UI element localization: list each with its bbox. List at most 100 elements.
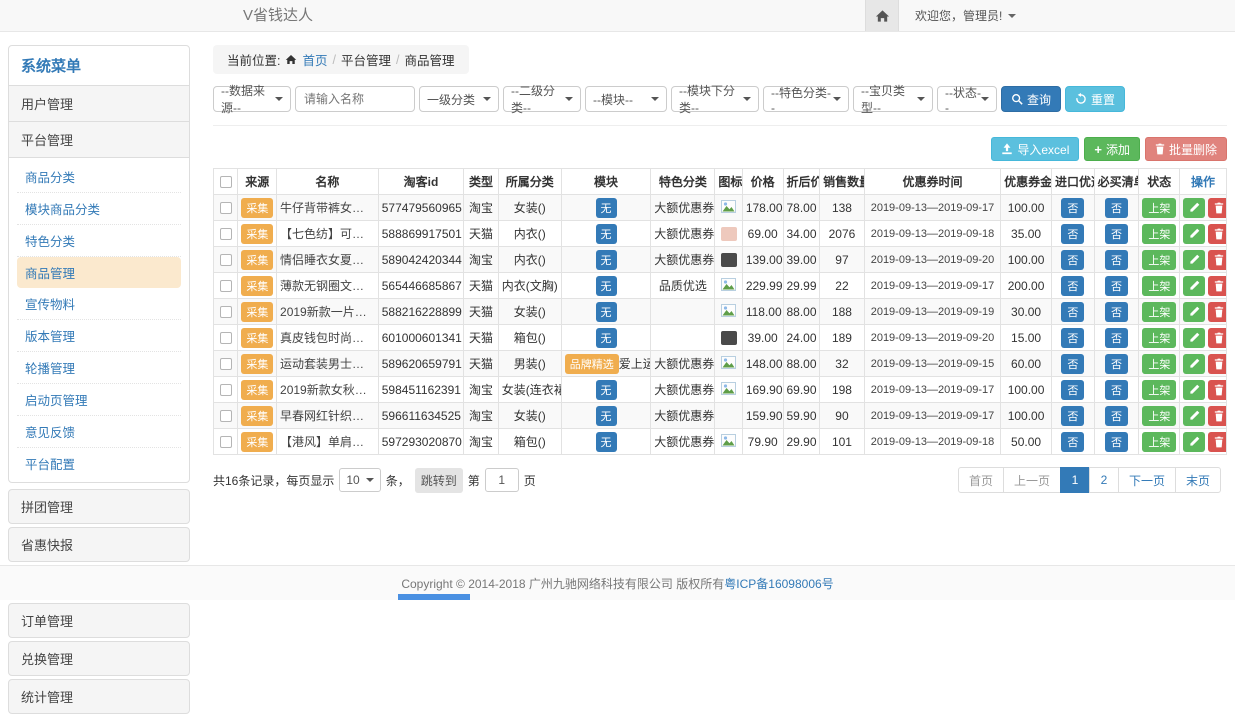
page-number-input[interactable] bbox=[485, 468, 519, 492]
name-search-input[interactable] bbox=[295, 86, 415, 112]
status-toggle[interactable]: 上架 bbox=[1142, 380, 1176, 400]
row-checkbox[interactable] bbox=[220, 384, 232, 396]
sidebar-section-统计管理[interactable]: 统计管理 bbox=[8, 679, 190, 714]
page-button-下一页[interactable]: 下一页 bbox=[1118, 467, 1176, 493]
import-select-toggle[interactable]: 否 bbox=[1061, 198, 1084, 218]
delete-button[interactable] bbox=[1208, 250, 1226, 270]
page-button-首页[interactable]: 首页 bbox=[958, 467, 1004, 493]
must-buy-toggle[interactable]: 否 bbox=[1105, 276, 1128, 296]
icp-link[interactable]: 粤ICP备16098006号 bbox=[724, 575, 833, 592]
import-select-toggle[interactable]: 否 bbox=[1061, 224, 1084, 244]
filter-select-feature-category[interactable]: --特色分类-- bbox=[763, 86, 849, 112]
must-buy-toggle[interactable]: 否 bbox=[1105, 250, 1128, 270]
row-checkbox[interactable] bbox=[220, 202, 232, 214]
delete-button[interactable] bbox=[1208, 302, 1226, 322]
filter-select-second-category[interactable]: --二级分类-- bbox=[503, 86, 581, 112]
status-toggle[interactable]: 上架 bbox=[1142, 328, 1176, 348]
edit-button[interactable] bbox=[1183, 380, 1205, 400]
must-buy-toggle[interactable]: 否 bbox=[1105, 302, 1128, 322]
must-buy-toggle[interactable]: 否 bbox=[1105, 328, 1128, 348]
sidebar-item-轮播管理[interactable]: 轮播管理 bbox=[17, 352, 181, 384]
must-buy-toggle[interactable]: 否 bbox=[1105, 432, 1128, 452]
status-toggle[interactable]: 上架 bbox=[1142, 198, 1176, 218]
delete-button[interactable] bbox=[1208, 224, 1226, 244]
filter-select-item-type[interactable]: --宝贝类型-- bbox=[853, 86, 933, 112]
edit-button[interactable] bbox=[1183, 302, 1205, 322]
status-toggle[interactable]: 上架 bbox=[1142, 224, 1176, 244]
row-checkbox[interactable] bbox=[220, 358, 232, 370]
sidebar-item-特色分类[interactable]: 特色分类 bbox=[17, 225, 181, 257]
status-toggle[interactable]: 上架 bbox=[1142, 250, 1176, 270]
filter-select-first-category[interactable]: 一级分类 bbox=[419, 86, 499, 112]
edit-button[interactable] bbox=[1183, 198, 1205, 218]
delete-button[interactable] bbox=[1208, 276, 1226, 296]
filter-select-status[interactable]: --状态-- bbox=[937, 86, 997, 112]
import-select-toggle[interactable]: 否 bbox=[1061, 406, 1084, 426]
sidebar-item-平台配置[interactable]: 平台配置 bbox=[17, 448, 181, 479]
sidebar-item-模块商品分类[interactable]: 模块商品分类 bbox=[17, 193, 181, 225]
sidebar-item-商品分类[interactable]: 商品分类 bbox=[17, 161, 181, 193]
status-toggle[interactable]: 上架 bbox=[1142, 432, 1176, 452]
row-checkbox[interactable] bbox=[220, 332, 232, 344]
page-button-2[interactable]: 2 bbox=[1089, 467, 1119, 493]
jump-button[interactable]: 跳转到 bbox=[415, 468, 463, 493]
add-button[interactable]: + 添加 bbox=[1084, 137, 1140, 161]
sidebar-section-用户管理[interactable]: 用户管理 bbox=[9, 85, 189, 121]
breadcrumb-home-link[interactable]: 首页 bbox=[302, 50, 327, 69]
must-buy-toggle[interactable]: 否 bbox=[1105, 380, 1128, 400]
status-toggle[interactable]: 上架 bbox=[1142, 302, 1176, 322]
import-select-toggle[interactable]: 否 bbox=[1061, 276, 1084, 296]
filter-select-module[interactable]: --模块-- bbox=[585, 86, 667, 112]
status-toggle[interactable]: 上架 bbox=[1142, 354, 1176, 374]
filter-select-module-subcategory[interactable]: --模块下分类-- bbox=[671, 86, 759, 112]
per-page-select[interactable]: 10 bbox=[339, 468, 380, 492]
status-toggle[interactable]: 上架 bbox=[1142, 276, 1176, 296]
page-button-1[interactable]: 1 bbox=[1060, 467, 1090, 493]
select-all-checkbox[interactable] bbox=[220, 176, 232, 188]
must-buy-toggle[interactable]: 否 bbox=[1105, 224, 1128, 244]
import-excel-button[interactable]: 导入excel bbox=[991, 137, 1079, 161]
import-select-toggle[interactable]: 否 bbox=[1061, 380, 1084, 400]
filter-select-data-source[interactable]: --数据来源-- bbox=[213, 86, 291, 112]
import-select-toggle[interactable]: 否 bbox=[1061, 250, 1084, 270]
sidebar-item-宣传物料[interactable]: 宣传物料 bbox=[17, 288, 181, 320]
edit-button[interactable] bbox=[1183, 276, 1205, 296]
row-checkbox[interactable] bbox=[220, 436, 232, 448]
delete-button[interactable] bbox=[1208, 380, 1226, 400]
sidebar-section-平台管理[interactable]: 平台管理 bbox=[9, 121, 189, 157]
edit-button[interactable] bbox=[1183, 224, 1205, 244]
row-checkbox[interactable] bbox=[220, 254, 232, 266]
sidebar-item-版本管理[interactable]: 版本管理 bbox=[17, 320, 181, 352]
import-select-toggle[interactable]: 否 bbox=[1061, 354, 1084, 374]
must-buy-toggle[interactable]: 否 bbox=[1105, 354, 1128, 374]
delete-button[interactable] bbox=[1208, 406, 1226, 426]
search-button[interactable]: 查询 bbox=[1001, 86, 1061, 112]
sidebar-item-商品管理[interactable]: 商品管理 bbox=[17, 257, 181, 288]
page-button-上一页[interactable]: 上一页 bbox=[1003, 467, 1061, 493]
row-checkbox[interactable] bbox=[220, 228, 232, 240]
sidebar-section-订单管理[interactable]: 订单管理 bbox=[8, 603, 190, 638]
sidebar-item-启动页管理[interactable]: 启动页管理 bbox=[17, 384, 181, 416]
row-checkbox[interactable] bbox=[220, 410, 232, 422]
must-buy-toggle[interactable]: 否 bbox=[1105, 198, 1128, 218]
home-button[interactable] bbox=[865, 0, 899, 31]
row-checkbox[interactable] bbox=[220, 280, 232, 292]
must-buy-toggle[interactable]: 否 bbox=[1105, 406, 1128, 426]
delete-button[interactable] bbox=[1208, 432, 1226, 452]
edit-button[interactable] bbox=[1183, 406, 1205, 426]
delete-button[interactable] bbox=[1208, 198, 1226, 218]
status-toggle[interactable]: 上架 bbox=[1142, 406, 1176, 426]
sidebar-section-拼团管理[interactable]: 拼团管理 bbox=[8, 489, 190, 524]
batch-delete-button[interactable]: 批量删除 bbox=[1145, 137, 1227, 161]
reset-button[interactable]: 重置 bbox=[1065, 86, 1125, 112]
import-select-toggle[interactable]: 否 bbox=[1061, 328, 1084, 348]
delete-button[interactable] bbox=[1208, 354, 1226, 374]
edit-button[interactable] bbox=[1183, 328, 1205, 348]
sidebar-item-意见反馈[interactable]: 意见反馈 bbox=[17, 416, 181, 448]
sidebar-section-兑换管理[interactable]: 兑换管理 bbox=[8, 641, 190, 676]
import-select-toggle[interactable]: 否 bbox=[1061, 302, 1084, 322]
page-button-末页[interactable]: 末页 bbox=[1175, 467, 1221, 493]
edit-button[interactable] bbox=[1183, 432, 1205, 452]
user-menu[interactable]: 欢迎您，管理员! bbox=[915, 7, 1016, 24]
edit-button[interactable] bbox=[1183, 354, 1205, 374]
